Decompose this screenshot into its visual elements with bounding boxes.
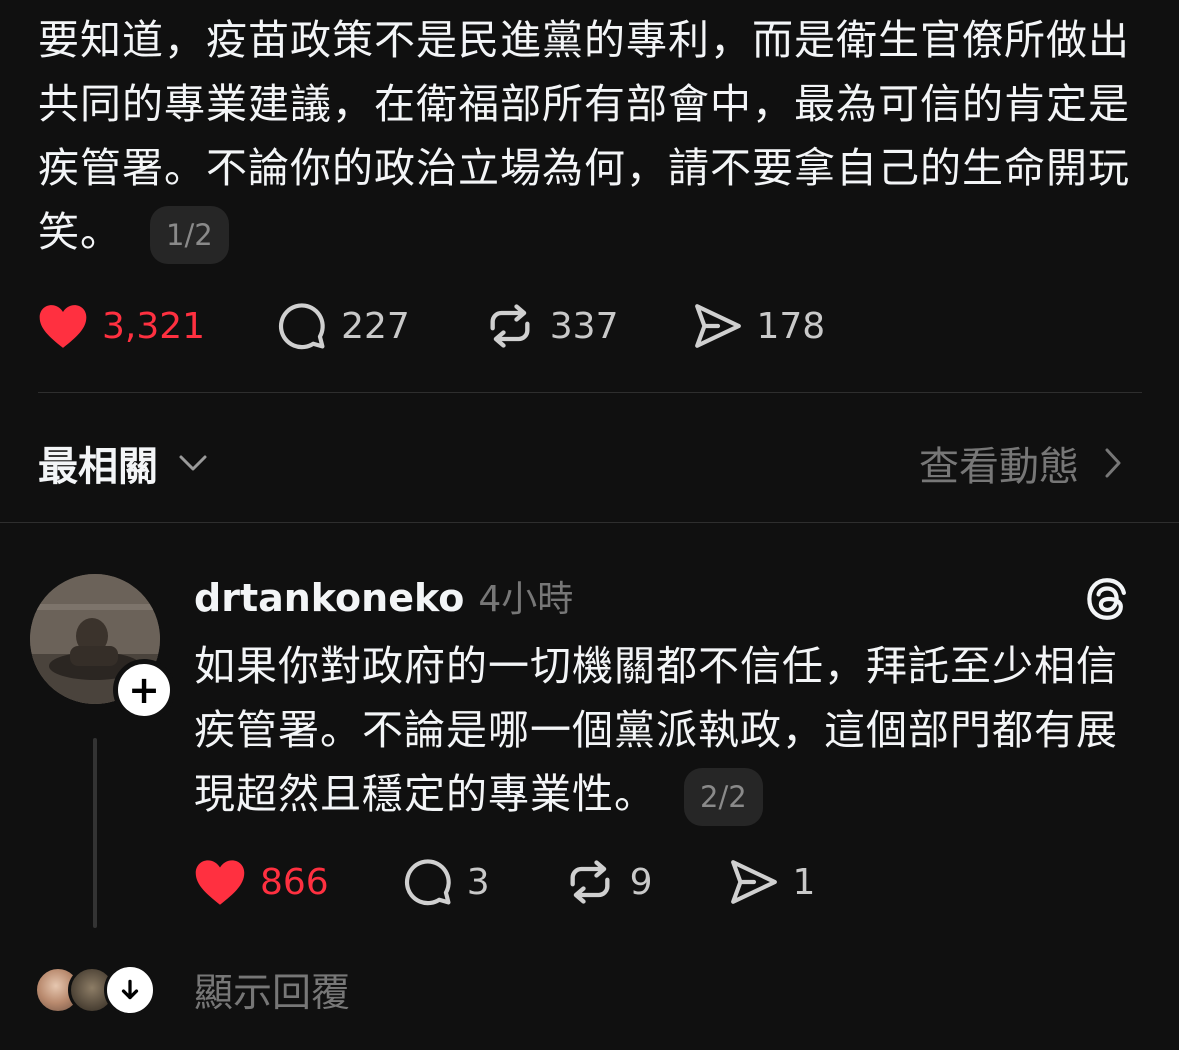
post-action-bar: 3,321 227 337 178 <box>38 298 825 354</box>
page-indicator: 1/2 <box>150 206 229 264</box>
share-icon <box>730 860 777 904</box>
sort-label: 最相關 <box>38 444 158 490</box>
view-activity-link[interactable]: 查看動態 <box>919 434 1123 492</box>
expand-replies-button[interactable] <box>104 964 156 1016</box>
like-button[interactable]: 3,321 <box>38 303 205 349</box>
reply-header: drtankoneko 4小時 <box>194 570 573 622</box>
comment-button[interactable]: 227 <box>277 301 410 351</box>
share-icon <box>694 304 741 348</box>
reply-body: 如果你對政府的一切機關都不信任，拜託至少相信疾管署。不論是哪一個黨派執政，這個部… <box>194 634 1154 826</box>
reply-text: 如果你對政府的一切機關都不信任，拜託至少相信疾管署。不論是哪一個黨派執政，這個部… <box>194 642 1118 818</box>
comment-count: 3 <box>466 861 490 903</box>
show-replies-row[interactable]: 顯示回覆 <box>34 962 350 1018</box>
repost-icon <box>570 860 610 904</box>
share-button[interactable]: 178 <box>693 302 826 350</box>
repost-icon <box>490 304 530 348</box>
reply-action-bar: 866 3 9 1 <box>194 854 815 910</box>
comment-icon <box>278 303 325 350</box>
page-indicator: 2/2 <box>684 768 763 826</box>
follow-button[interactable]: + <box>113 659 175 721</box>
thread-line <box>93 738 97 928</box>
username[interactable]: drtankoneko <box>194 576 464 620</box>
chevron-right-icon <box>1105 448 1121 478</box>
comment-count: 227 <box>341 305 410 347</box>
view-activity-label: 查看動態 <box>919 444 1079 490</box>
repost-button[interactable]: 337 <box>484 302 619 350</box>
heart-icon <box>195 860 245 905</box>
repost-count: 9 <box>629 861 653 903</box>
arrow-down-icon <box>121 979 139 1000</box>
post-body: 要知道，疫苗政策不是民進黨的專利，而是衛生官僚所做出共同的專業建議，在衛福部所有… <box>38 8 1148 264</box>
like-count: 3,321 <box>102 305 206 347</box>
like-count: 866 <box>260 861 329 903</box>
like-button[interactable]: 866 <box>194 858 329 906</box>
heart-icon <box>39 305 87 348</box>
sort-dropdown[interactable]: 最相關 <box>38 434 208 492</box>
share-count: 178 <box>756 305 826 347</box>
show-replies-label[interactable]: 顯示回覆 <box>194 962 350 1018</box>
divider <box>38 392 1142 393</box>
section-divider <box>0 522 1179 523</box>
repost-button[interactable]: 9 <box>564 858 653 906</box>
comment-button[interactable]: 3 <box>403 857 490 907</box>
timestamp: 4小時 <box>478 579 574 620</box>
chevron-down-icon <box>179 455 207 471</box>
threads-logo-icon <box>1087 578 1126 620</box>
share-count: 1 <box>792 861 816 903</box>
comment-icon <box>404 859 451 906</box>
share-button[interactable]: 1 <box>729 858 816 906</box>
plus-icon: + <box>128 668 160 712</box>
repost-count: 337 <box>549 305 619 347</box>
